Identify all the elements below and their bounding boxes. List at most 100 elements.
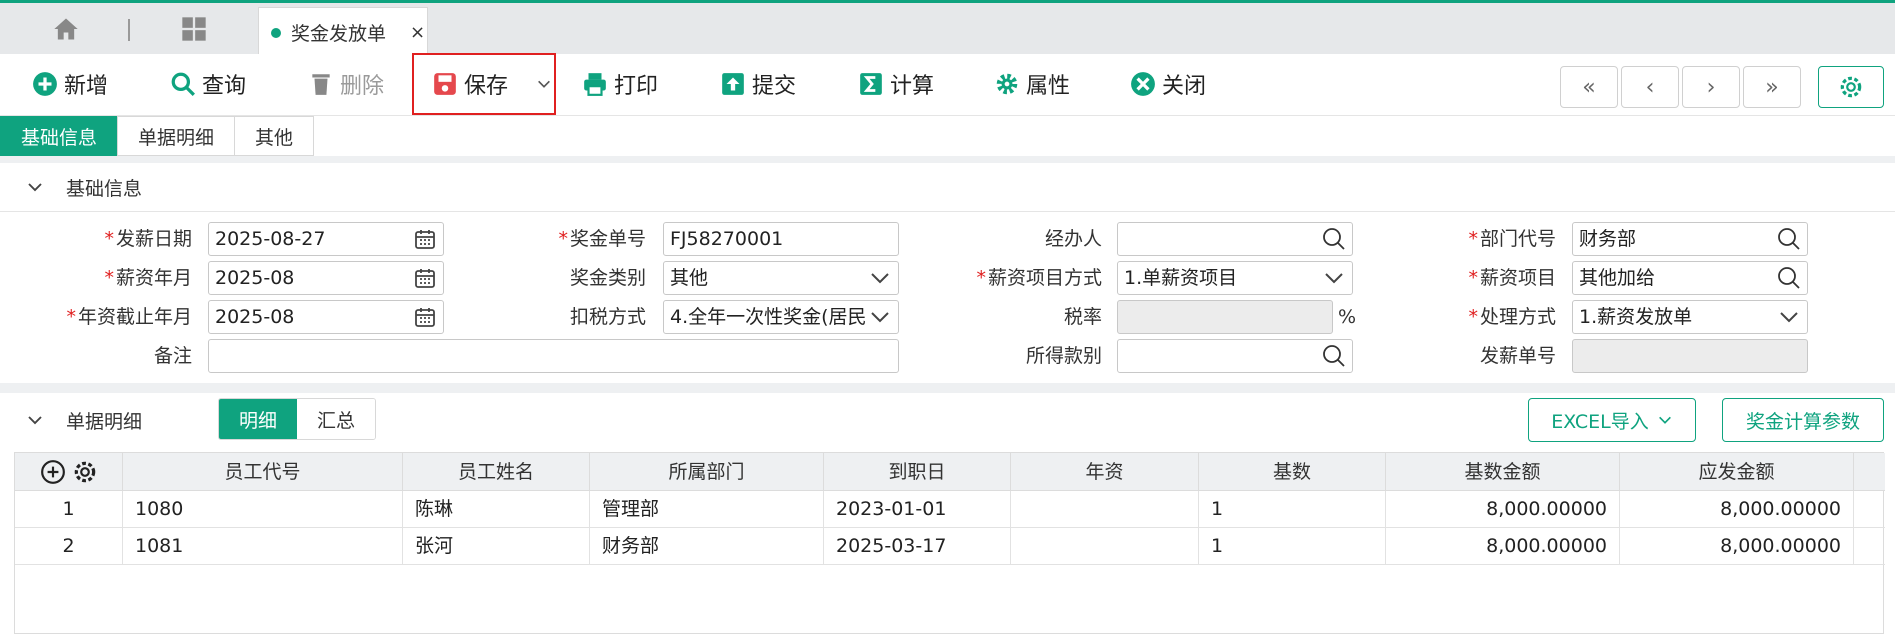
seniority-month-field[interactable]: 2025-08 (208, 300, 444, 334)
section-title: 基础信息 (66, 177, 143, 200)
submit-button[interactable]: 提交 (720, 68, 796, 100)
cell-base[interactable]: 1 (1199, 528, 1386, 565)
toggle-detail[interactable]: 明细 (219, 399, 298, 439)
bonus-type-select[interactable]: 其他 (663, 261, 899, 295)
col-emp-id[interactable]: 员工代号 (123, 453, 403, 491)
chevron-down-icon (871, 273, 889, 284)
plus-circle-icon (33, 72, 57, 96)
chevron-down-icon (1658, 416, 1671, 424)
delete-button[interactable]: 删除 (308, 68, 384, 100)
chevron-down-icon (1780, 312, 1798, 323)
bonus-params-button[interactable]: 奖金计算参数 (1722, 398, 1884, 442)
cell-emp-name[interactable]: 陈琳 (403, 491, 590, 528)
first-record-button[interactable]: « (1560, 66, 1618, 108)
trash-icon (312, 74, 330, 95)
cell-emp-id[interactable]: 1081 (123, 528, 403, 565)
cell-base-amount[interactable]: 8,000.00000 (1386, 528, 1620, 565)
tab-bar: 奖金发放单 × (0, 0, 1895, 57)
grid-tools (15, 453, 123, 491)
calculate-button[interactable]: 计算 (858, 68, 934, 100)
tab-basic-info[interactable]: 基础信息 (0, 116, 119, 156)
search-icon[interactable] (1777, 227, 1801, 251)
calendar-icon[interactable] (413, 227, 437, 251)
col-pay-amount[interactable]: 应发金额 (1620, 453, 1854, 491)
search-icon (171, 72, 195, 96)
calendar-icon[interactable] (413, 266, 437, 290)
col-emp-name[interactable]: 员工姓名 (403, 453, 590, 491)
grid-settings-icon[interactable] (72, 459, 98, 485)
bonus-type-label: 奖金类别 (569, 267, 646, 289)
bonus-no-field[interactable]: FJ58270001 (663, 222, 899, 256)
active-dot-icon (271, 27, 281, 38)
basic-info-header[interactable]: 基础信息 (0, 163, 1895, 211)
table-row[interactable]: 2 1081 张河 财务部 2025-03-17 1 8,000.00000 8… (15, 528, 1885, 565)
col-seniority[interactable]: 年资 (1011, 453, 1199, 491)
home-icon[interactable] (52, 15, 80, 43)
cell-pay-amount[interactable]: 8,000.00000 (1620, 491, 1854, 528)
salary-month-label: * 薪资年月 (104, 267, 192, 289)
bonus-no-label: * 奖金单号 (558, 228, 646, 250)
cell-base-amount[interactable]: 8,000.00000 (1386, 491, 1620, 528)
salary-item-field[interactable]: 其他加给 (1572, 261, 1808, 295)
print-button[interactable]: 打印 (582, 68, 658, 100)
table-row[interactable]: 1 1080 陈琳 管理部 2023-01-01 1 8,000.00000 8… (15, 491, 1885, 528)
cell-emp-id[interactable]: 1080 (123, 491, 403, 528)
remark-field[interactable] (208, 339, 899, 373)
next-record-button[interactable]: › (1682, 66, 1740, 108)
settings-button[interactable] (1818, 66, 1884, 108)
tax-rate-label: 税率 (1063, 306, 1102, 328)
chevron-down-icon (1325, 273, 1343, 284)
section-gap (0, 383, 1895, 393)
process-mode-select[interactable]: 1.薪资发放单 (1572, 300, 1808, 334)
add-row-icon[interactable] (40, 459, 66, 485)
cell-hire-date[interactable]: 2025-03-17 (824, 528, 1011, 565)
search-icon[interactable] (1322, 344, 1346, 368)
cell-seniority[interactable] (1011, 528, 1199, 565)
cell-base[interactable]: 1 (1199, 491, 1386, 528)
prev-record-button[interactable]: ‹ (1621, 66, 1679, 108)
toggle-summary[interactable]: 汇总 (297, 399, 376, 439)
cell-dept[interactable]: 财务部 (590, 528, 824, 565)
cell-pay-amount[interactable]: 8,000.00000 (1620, 528, 1854, 565)
section-title: 单据明细 (66, 410, 143, 433)
salary-month-field[interactable]: 2025-08 (208, 261, 444, 295)
cell-dept[interactable]: 管理部 (590, 491, 824, 528)
properties-button[interactable]: 属性 (994, 68, 1070, 100)
collapse-chevron-icon (28, 416, 42, 425)
close-button[interactable]: 关闭 (1130, 68, 1206, 100)
search-icon[interactable] (1777, 266, 1801, 290)
dept-code-field[interactable]: 财务部 (1572, 222, 1808, 256)
col-dept[interactable]: 所属部门 (590, 453, 824, 491)
chevron-down-icon (868, 305, 892, 329)
pay-date-field[interactable]: 2025-08-27 (208, 222, 444, 256)
query-button[interactable]: 查询 (170, 68, 246, 100)
add-button[interactable]: 新增 (32, 68, 108, 100)
item-mode-label: * 薪资项目方式 (976, 267, 1102, 289)
excel-import-button[interactable]: EXCEL导入 (1528, 398, 1696, 442)
cell-seniority[interactable] (1011, 491, 1199, 528)
submit-label: 提交 (752, 74, 797, 99)
tab-bonus-doc[interactable]: 奖金发放单 × (258, 7, 428, 57)
tab-doc-detail[interactable]: 单据明细 (117, 116, 236, 156)
last-record-button[interactable]: » (1743, 66, 1801, 108)
item-mode-select[interactable]: 1.单薪资项目 (1117, 261, 1353, 295)
tab-separator (128, 19, 130, 41)
cell-emp-name[interactable]: 张河 (403, 528, 590, 565)
tax-method-select[interactable]: 4.全年一次性奖金(居民 (663, 300, 899, 334)
close-tab-icon[interactable]: × (410, 22, 425, 43)
handler-field[interactable] (1117, 222, 1353, 256)
col-base-amount[interactable]: 基数金额 (1386, 453, 1620, 491)
apps-grid-icon[interactable] (180, 15, 208, 43)
col-base[interactable]: 基数 (1199, 453, 1386, 491)
percent-unit: % (1338, 306, 1357, 328)
detail-grid: 员工代号 员工姓名 所属部门 到职日 年资 基数 基数金额 应发金额 1 108… (14, 452, 1885, 634)
salary-item-label: * 薪资项目 (1468, 267, 1556, 289)
col-hire-date[interactable]: 到职日 (824, 453, 1011, 491)
cell-hire-date[interactable]: 2023-01-01 (824, 491, 1011, 528)
search-icon[interactable] (1322, 227, 1346, 251)
tab-other[interactable]: 其他 (234, 116, 315, 156)
divider (0, 211, 1895, 212)
income-type-label: 所得款别 (1025, 345, 1102, 367)
calendar-icon[interactable] (413, 305, 437, 329)
income-type-field[interactable] (1117, 339, 1353, 373)
